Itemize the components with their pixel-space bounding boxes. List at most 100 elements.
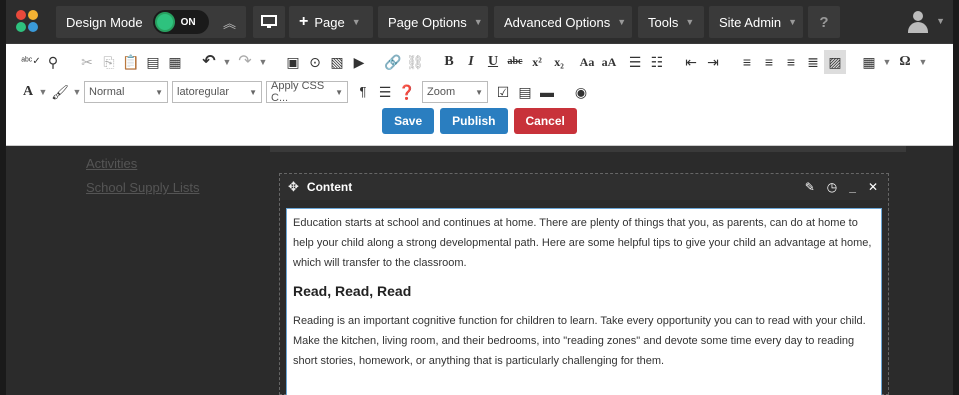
history-clock-icon[interactable]: ◷ (827, 180, 837, 194)
page-menu[interactable]: + Page ▼ (289, 6, 373, 38)
outdent-icon[interactable]: ⇤ (680, 50, 702, 74)
paste-word-icon[interactable]: ▤ (142, 50, 164, 74)
video-play-icon[interactable]: ▶ (348, 50, 370, 74)
image-manager-icon[interactable]: ▬ (536, 80, 558, 104)
select-all-icon[interactable]: ☑ (492, 80, 514, 104)
italic-icon[interactable]: I (460, 50, 482, 74)
template-icon[interactable]: ▤ (514, 80, 536, 104)
help-button[interactable]: ? (808, 6, 840, 38)
content-module: ✥ Content ✎ ◷ _ ✕ Education starts at sc… (279, 173, 889, 395)
tools-menu[interactable]: Tools ▼ (638, 6, 704, 38)
unlink-icon[interactable]: ⛓ (404, 50, 426, 74)
change-case-icon[interactable]: Aa (576, 50, 598, 74)
module-header[interactable]: ✥ Content ✎ ◷ _ ✕ (280, 174, 888, 200)
redo-icon[interactable]: ↷ (234, 50, 256, 74)
design-mode-toggle[interactable]: ON (152, 10, 209, 34)
help-icon: ? (819, 13, 829, 31)
module-actions: ✎ ◷ _ ✕ (805, 174, 878, 200)
accessibility-icon[interactable]: ◉ (570, 80, 592, 104)
zoom-select[interactable]: Zoom ▼ (422, 81, 488, 103)
site-admin-label: Site Admin (719, 14, 782, 30)
close-icon[interactable]: ✕ (868, 180, 878, 194)
indent-icon[interactable]: ⇥ (702, 50, 724, 74)
bullet-list-icon[interactable]: ☷ (646, 50, 668, 74)
highlight-brush-icon[interactable]: 🖌 (50, 80, 70, 104)
image-icon[interactable]: ▣ (282, 50, 304, 74)
paragraph-intro: Education starts at school and continues… (293, 217, 872, 269)
special-char-icon[interactable]: Ω (894, 50, 916, 74)
page-menu-label: Page (314, 14, 345, 30)
minimize-icon[interactable]: _ (849, 180, 856, 194)
undo-icon[interactable]: ↶ (198, 50, 220, 74)
css-class-select[interactable]: Apply CSS C... ▼ (266, 80, 348, 104)
chevron-down-icon[interactable]: ▼ (936, 16, 945, 26)
font-family-select[interactable]: latoregular ▼ (172, 81, 262, 103)
tools-label: Tools (648, 14, 679, 30)
highlight-dropdown-icon[interactable]: ▼ (70, 80, 84, 104)
sidebar-item-activities[interactable]: Activities (86, 156, 137, 171)
publish-button[interactable]: Publish (440, 108, 508, 134)
cancel-button[interactable]: Cancel (513, 108, 577, 134)
find-icon[interactable]: ⚲ (42, 50, 64, 74)
advanced-options-label: Advanced Options (504, 14, 611, 30)
move-icon[interactable]: ✥ (288, 179, 299, 195)
document-icon[interactable]: ▧ (326, 50, 348, 74)
table-dropdown-icon[interactable]: ▼ (880, 50, 894, 74)
text-color-icon[interactable]: A (20, 80, 36, 104)
subscript-icon[interactable]: x₂ (548, 50, 570, 74)
chevron-down-icon: ▼ (473, 17, 483, 27)
plus-icon: + (299, 13, 309, 30)
paragraph-style-select[interactable]: Normal ▼ (84, 81, 168, 103)
design-mode-label: Design Mode (66, 14, 143, 30)
align-left-icon[interactable]: ≡ (736, 50, 758, 74)
zoom-value: Zoom (427, 86, 456, 98)
media-icon[interactable]: ⊙ (304, 50, 326, 74)
paragraph-style-value: Normal (89, 86, 125, 98)
link-icon[interactable]: 🔗 (382, 50, 404, 74)
numbered-list-icon[interactable]: ☰ (624, 50, 646, 74)
paste-text-icon[interactable]: ▦ (164, 50, 186, 74)
superscript-icon[interactable]: x² (526, 50, 548, 74)
site-admin-menu[interactable]: Site Admin ▼ (709, 6, 803, 38)
section-heading: Read, Read, Read (293, 283, 412, 299)
chevron-down-icon: ▼ (351, 17, 361, 27)
align-justify-icon[interactable]: ≣ (802, 50, 824, 74)
page-options-label: Page Options (388, 14, 467, 30)
save-button[interactable]: Save (382, 108, 435, 134)
toolbar-row-1: ᵃᵇᶜ✓ ⚲ ✂ ⎘ 📋 ▤ ▦ ↶ ▼ ↷ ▼ ▣ ⊙ ▧ ▶ 🔗 ⛓ B I… (20, 50, 930, 74)
sidebar-item-school-supply-lists[interactable]: School Supply Lists (86, 180, 199, 195)
font-family-value: latoregular (177, 86, 229, 98)
paragraph-reading: Reading is an important cognitive functi… (293, 315, 866, 367)
font-size-icon[interactable]: aA (598, 50, 620, 74)
toolbar-row-2: A ▼ 🖌 ▼ Normal ▼ latoregular ▼ Apply CSS… (20, 80, 592, 104)
paragraph-icon[interactable]: ¶ (352, 80, 374, 104)
align-center-icon[interactable]: ≡ (758, 50, 780, 74)
spellcheck-icon[interactable]: ᵃᵇᶜ✓ (20, 50, 42, 74)
help-circle-icon[interactable]: ❓ (396, 80, 418, 104)
chevron-down-icon: ▼ (155, 87, 163, 97)
editor-toolbar: ᵃᵇᶜ✓ ⚲ ✂ ⎘ 📋 ▤ ▦ ↶ ▼ ↷ ▼ ▣ ⊙ ▧ ▶ 🔗 ⛓ B I… (6, 44, 953, 146)
cut-icon[interactable]: ✂ (76, 50, 98, 74)
horizontal-rule-icon[interactable]: ☰ (374, 80, 396, 104)
table-icon[interactable]: ▦ (858, 50, 880, 74)
page-options-menu[interactable]: Page Options ▼ (378, 6, 488, 38)
paste-icon[interactable]: 📋 (120, 50, 142, 74)
underline-icon[interactable]: U (482, 50, 504, 74)
desktop-preview-button[interactable] (253, 6, 285, 38)
text-color-dropdown-icon[interactable]: ▼ (36, 80, 50, 104)
undo-dropdown-icon[interactable]: ▼ (220, 50, 234, 74)
app-logo-icon[interactable] (16, 10, 38, 32)
bold-icon[interactable]: B (438, 50, 460, 74)
collapse-chevron-icon[interactable]: ︽ (223, 13, 236, 32)
special-char-dropdown-icon[interactable]: ▼ (916, 50, 930, 74)
edit-pencil-icon[interactable]: ✎ (805, 180, 815, 194)
strikethrough-icon[interactable]: abc (504, 50, 526, 74)
admin-topbar: Design Mode ON ︽ + Page ▼ Page Options ▼… (6, 0, 953, 44)
rich-text-editor[interactable]: Education starts at school and continues… (286, 208, 882, 395)
align-right-icon[interactable]: ≡ (780, 50, 802, 74)
advanced-options-menu[interactable]: Advanced Options ▼ (494, 6, 632, 38)
no-alignment-icon[interactable]: ▨ (824, 50, 846, 74)
redo-dropdown-icon[interactable]: ▼ (256, 50, 270, 74)
user-avatar-icon[interactable] (907, 11, 929, 33)
copy-icon[interactable]: ⎘ (98, 50, 120, 74)
